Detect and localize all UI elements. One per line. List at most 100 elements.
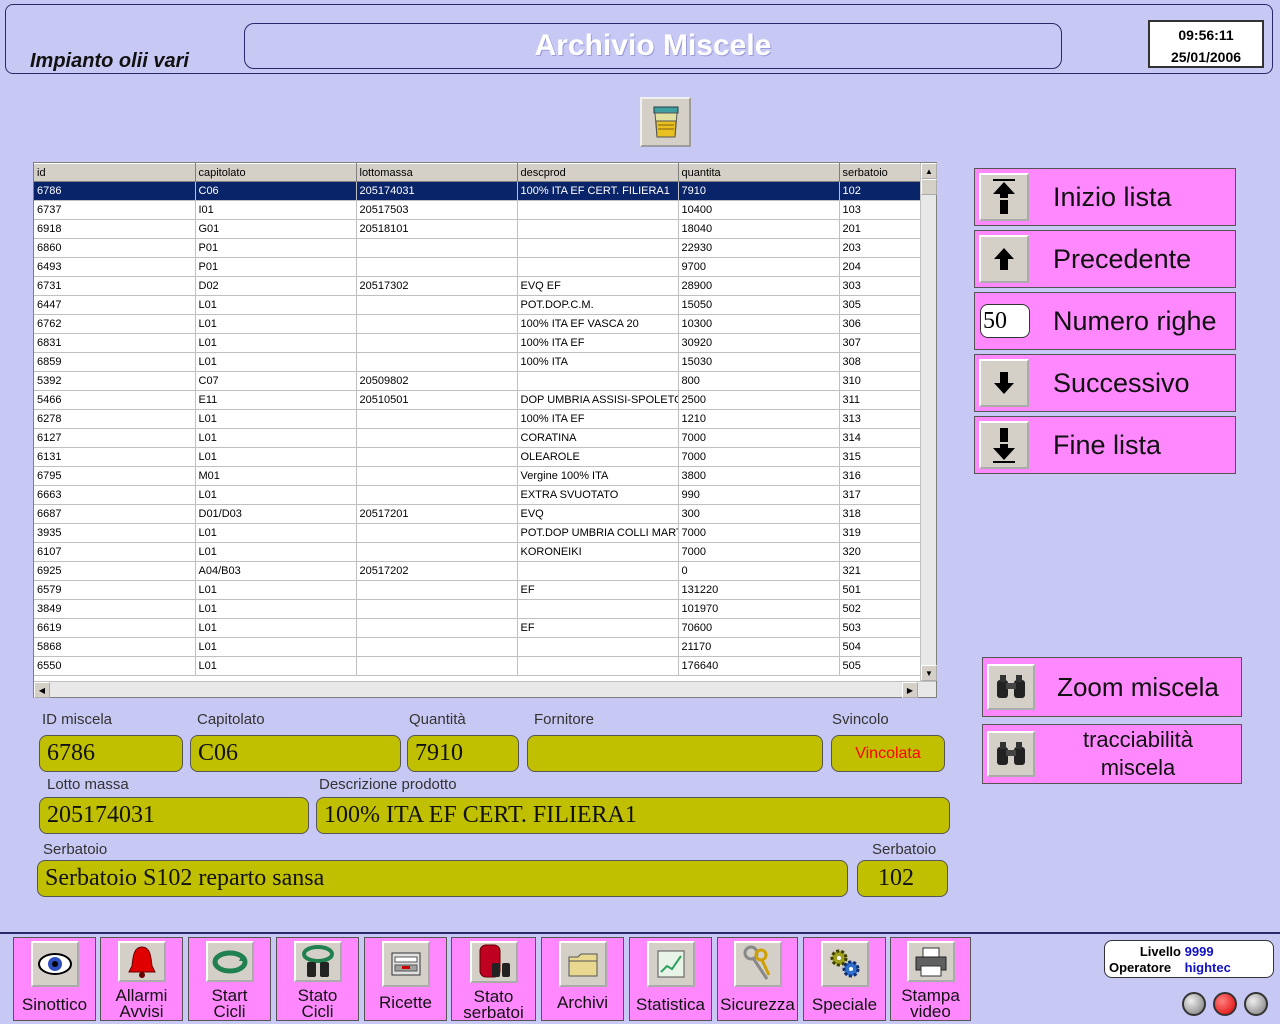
archive-grid[interactable]: id capitolato lottomassa descprod quantita se… (33, 162, 937, 698)
archives-button[interactable]: Archivi (541, 937, 624, 1021)
cell-capitolato: D02 (195, 276, 357, 296)
table-row[interactable]: 6918 G01 20518101 18040 201 (34, 219, 921, 239)
table-row[interactable]: 6831 L01 100% ITA EF 30920 307 (34, 333, 921, 353)
zoom-button[interactable]: Zoom miscela (982, 657, 1242, 717)
release-status-field[interactable]: Vincolata (831, 735, 945, 772)
column-header-id[interactable]: id (34, 163, 196, 182)
print-screen-button[interactable]: Stampa video (890, 937, 971, 1021)
trace-button[interactable]: tracciabilità miscela (982, 724, 1242, 784)
cell-id: 6831 (34, 333, 196, 353)
special-button[interactable]: Speciale (803, 937, 886, 1021)
table-row[interactable]: 6859 L01 100% ITA 15030 308 (34, 352, 921, 372)
cell-quantita: 990 (678, 485, 840, 505)
cell-capitolato: L01 (195, 333, 357, 353)
scroll-up-icon[interactable]: ▲ (921, 163, 937, 179)
table-row[interactable]: 6550 L01 176640 505 (34, 656, 921, 676)
cell-capitolato: E11 (195, 390, 357, 410)
table-row[interactable]: 6663 L01 EXTRA SVUOTATO 990 317 (34, 485, 921, 505)
cell-capitolato: C07 (195, 371, 357, 391)
start-cycles-button[interactable]: Start Cicli (188, 937, 271, 1021)
table-row[interactable]: 6860 P01 22930 203 (34, 238, 921, 258)
cell-capitolato: L01 (195, 428, 357, 448)
cell-descprod (517, 656, 679, 676)
column-header-descprod[interactable]: descprod (517, 163, 679, 182)
cell-descprod (517, 371, 679, 391)
column-header-quantita[interactable]: quantita (678, 163, 840, 182)
alarms-button[interactable]: Allarmi Avvisi (100, 937, 183, 1021)
table-row[interactable]: 6131 L01 OLEAROLE 7000 315 (34, 447, 921, 467)
table-row[interactable]: 6619 L01 EF 70600 503 (34, 618, 921, 638)
vertical-scrollbar[interactable]: ▲ ▼ (920, 163, 937, 681)
cell-quantita: 30920 (678, 333, 840, 353)
scroll-down-icon[interactable]: ▼ (921, 665, 937, 681)
statistics-button[interactable]: Statistica (629, 937, 712, 1021)
table-row[interactable]: 6127 L01 CORATINA 7000 314 (34, 428, 921, 448)
horizontal-scrollbar[interactable]: ◀ ▶ (34, 681, 936, 698)
tank-number-field[interactable]: 102 (857, 860, 948, 897)
security-button[interactable]: Sicurezza (717, 937, 798, 1021)
table-row[interactable]: 6579 L01 EF 131220 501 (34, 580, 921, 600)
tank-field[interactable]: Serbatoio S102 reparto sansa (37, 860, 848, 897)
table-row[interactable]: 6107 L01 KORONEIKI 7000 320 (34, 542, 921, 562)
cell-descprod: OLEAROLE (517, 447, 679, 467)
rows-input[interactable]: 50 (980, 304, 1030, 338)
table-row[interactable]: 5868 L01 21170 504 (34, 637, 921, 657)
jar-button[interactable] (640, 97, 691, 147)
id-field[interactable]: 6786 (39, 735, 183, 772)
first-button[interactable]: Inizio lista (974, 168, 1236, 226)
cell-id: 3935 (34, 523, 196, 543)
cell-descprod: 100% ITA (517, 352, 679, 372)
cycle-status-button[interactable]: Stato Cicli (276, 937, 359, 1021)
column-header-serbatoio[interactable]: serbatoio (839, 163, 921, 182)
tank-status-button[interactable]: Stato serbatoi (451, 937, 536, 1021)
recipes-button[interactable]: Ricette (364, 937, 447, 1021)
column-header-capitolato[interactable]: capitolato (195, 163, 357, 182)
table-row[interactable]: 6687 D01/D03 20517201 EVQ 300 318 (34, 504, 921, 524)
quantity-field[interactable]: 7910 (407, 735, 519, 772)
prev-button[interactable]: Precedente (974, 230, 1236, 288)
table-row[interactable]: 6795 M01 Vergine 100% ITA 3800 316 (34, 466, 921, 486)
table-row[interactable]: 6737 I01 20517503 10400 103 (34, 200, 921, 220)
cell-id: 6925 (34, 561, 196, 581)
table-row[interactable]: 6786 C06 205174031 100% ITA EF CERT. FILIER… (34, 181, 921, 201)
column-header-lottomassa[interactable]: lottomassa (356, 163, 518, 182)
table-row[interactable]: 6731 D02 20517302 EVQ EF 28900 303 (34, 276, 921, 296)
scroll-thumb[interactable] (921, 179, 937, 195)
tank-status-line2: serbatoi (463, 1003, 524, 1022)
cell-id: 6447 (34, 295, 196, 315)
cycle-status-label: Stato Cicli (298, 987, 338, 1020)
scroll-right-icon[interactable]: ▶ (902, 682, 918, 698)
capitolato-field[interactable]: C06 (190, 735, 401, 772)
scroll-left-icon[interactable]: ◀ (34, 682, 50, 698)
table-row[interactable]: 5466 E11 20510501 DOP UMBRIA ASSISI-SPOLETO… (34, 390, 921, 410)
cell-quantita: 15030 (678, 352, 840, 372)
archives-label: Archivi (556, 993, 608, 1012)
table-row[interactable]: 6447 L01 POT.DOP.C.M. 15050 305 (34, 295, 921, 315)
lot-field[interactable]: 205174031 (39, 797, 309, 834)
description-field[interactable]: 100% ITA EF CERT. FILIERA1 (316, 797, 950, 834)
next-button[interactable]: Successivo (974, 354, 1236, 412)
table-row[interactable]: 3849 L01 101970 502 (34, 599, 921, 619)
table-row[interactable]: 6925 A04/B03 20517202 0 321 (34, 561, 921, 581)
cell-quantita: 131220 (678, 580, 840, 600)
cell-lottomassa (356, 428, 518, 448)
table-row[interactable]: 6762 L01 100% ITA EF VASCA 20 10300 306 (34, 314, 921, 334)
cell-capitolato: L01 (195, 523, 357, 543)
sinottico-button[interactable]: Sinottico (13, 937, 96, 1021)
table-row[interactable]: 5392 C07 20509802 800 310 (34, 371, 921, 391)
last-button[interactable]: Fine lista (974, 416, 1236, 474)
table-row[interactable]: 6493 P01 9700 204 (34, 257, 921, 277)
tank-label: Serbatoio (43, 841, 108, 858)
table-row[interactable]: 6278 L01 100% ITA EF 1210 313 (34, 409, 921, 429)
grid-body[interactable]: 6786 C06 205174031 100% ITA EF CERT. FILIER… (34, 181, 921, 676)
cell-lottomassa: 20510501 (356, 390, 518, 410)
alarms-label: Allarmi Avvisi (116, 987, 168, 1020)
cell-descprod: POT.DOP UMBRIA COLLI MART (517, 523, 679, 543)
cell-quantita: 7910 (678, 181, 840, 201)
cell-lottomassa (356, 542, 518, 562)
cell-lottomassa (356, 257, 518, 277)
cell-descprod: POT.DOP.C.M. (517, 295, 679, 315)
cell-quantita: 10300 (678, 314, 840, 334)
table-row[interactable]: 3935 L01 POT.DOP UMBRIA COLLI MART 7000 319 (34, 523, 921, 543)
supplier-field[interactable] (527, 735, 823, 772)
